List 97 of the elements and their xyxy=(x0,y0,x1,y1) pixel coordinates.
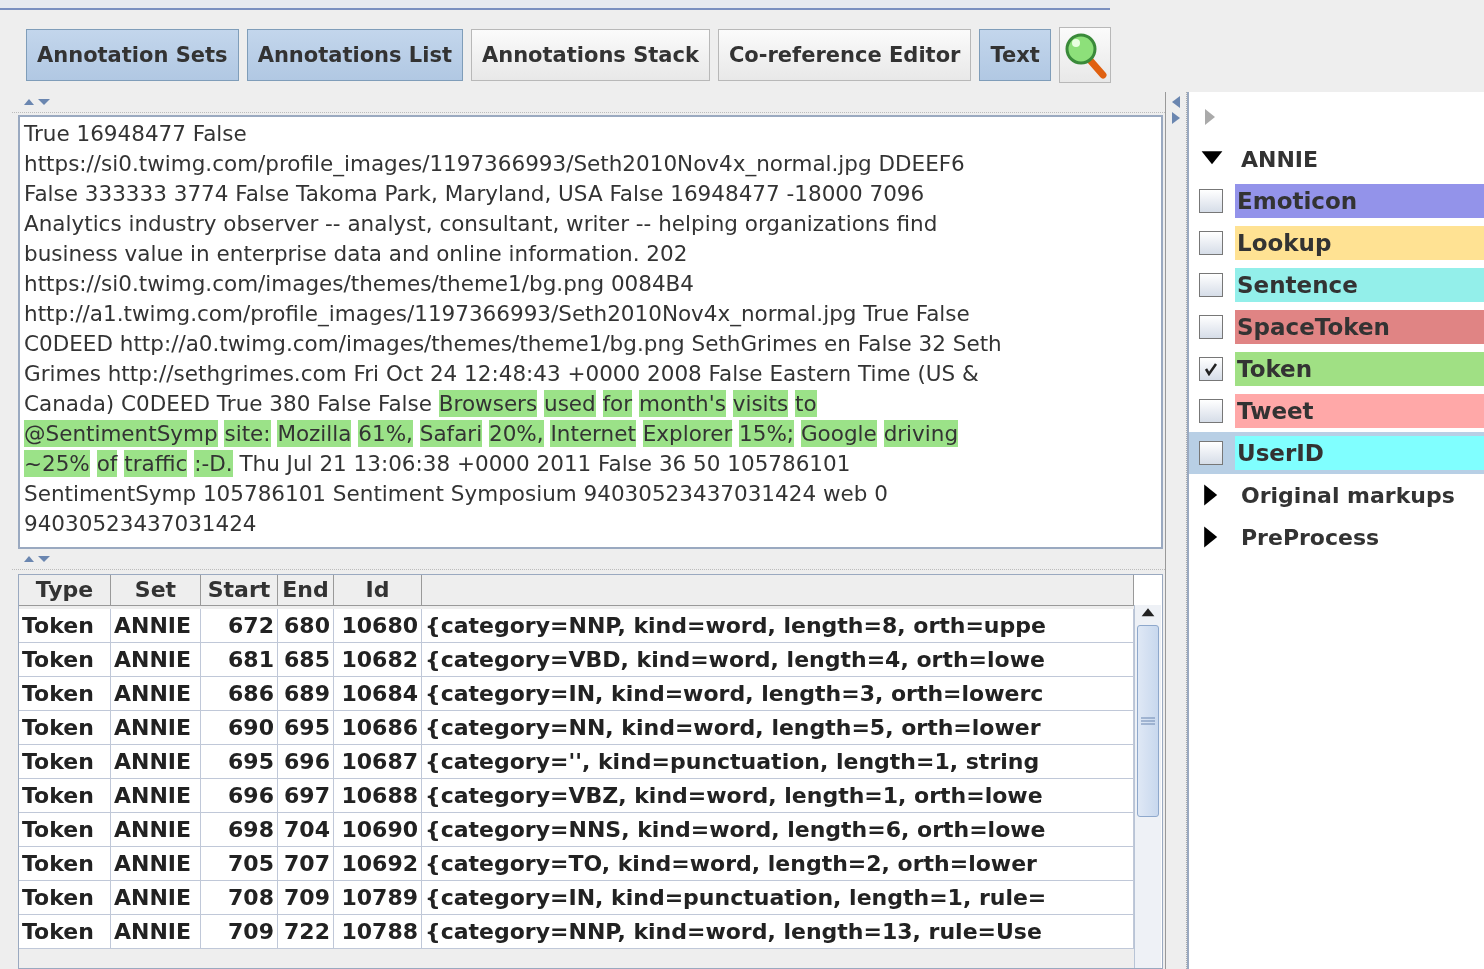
table-cell: 705 xyxy=(201,847,278,881)
table-cell: 686 xyxy=(201,677,278,711)
table-cell: 10692 xyxy=(334,847,422,881)
table-cell: ANNIE xyxy=(111,745,201,779)
table-cell: 709 xyxy=(201,915,278,949)
annotation-type[interactable]: Token xyxy=(1235,352,1484,386)
set-name[interactable]: PreProcess xyxy=(1241,524,1380,550)
table-cell: Token xyxy=(19,915,111,949)
view-toggle-button[interactable]: Co-reference Editor xyxy=(717,29,972,81)
checkbox[interactable] xyxy=(1199,315,1223,339)
table-cell: 10789 xyxy=(334,881,422,915)
table-cell: ANNIE xyxy=(111,779,201,813)
table-cell: 10788 xyxy=(334,915,422,949)
table-cell: {category=VBZ, kind=word, length=1, orth=lowe xyxy=(422,779,1134,813)
scrollbar[interactable] xyxy=(1134,605,1161,968)
table-cell: 10686 xyxy=(334,711,422,745)
table-cell: ANNIE xyxy=(111,609,201,643)
table-cell: ANNIE xyxy=(111,677,201,711)
table-cell: ANNIE xyxy=(111,813,201,847)
table-cell: Token xyxy=(19,609,111,643)
set-name[interactable]: Original markups xyxy=(1241,482,1455,508)
column-header[interactable]: Id xyxy=(334,575,422,606)
checkbox[interactable] xyxy=(1199,273,1223,297)
table-cell: 695 xyxy=(278,711,334,745)
table-cell: 10680 xyxy=(334,609,422,643)
column-header[interactable]: Start xyxy=(201,575,278,606)
table-cell: 681 xyxy=(201,643,278,677)
table-cell: 10688 xyxy=(334,779,422,813)
table-cell: {category=NN, kind=word, length=5, orth=lower xyxy=(422,711,1134,745)
table-cell: ANNIE xyxy=(111,847,201,881)
table-cell: {category=NNS, kind=word, length=6, orth=lowe xyxy=(422,813,1134,847)
table-cell: 696 xyxy=(201,779,278,813)
table-cell: 722 xyxy=(278,915,334,949)
table-cell: 10687 xyxy=(334,745,422,779)
table-cell: Token xyxy=(19,711,111,745)
table-cell: {category=IN, kind=punctuation, length=1, rule= xyxy=(422,881,1134,915)
table-cell: 698 xyxy=(201,813,278,847)
split-arrows-icon[interactable] xyxy=(22,97,52,107)
view-toggle-button[interactable]: Annotations List xyxy=(246,29,463,81)
table-cell: Token xyxy=(19,813,111,847)
table-cell: 689 xyxy=(278,677,334,711)
table-cell: Token xyxy=(19,881,111,915)
annotation-type[interactable]: Lookup xyxy=(1235,226,1484,260)
check-icon xyxy=(1204,362,1218,376)
view-toggle-button[interactable]: Annotations Stack xyxy=(470,29,710,81)
column-header[interactable]: Set xyxy=(111,575,201,606)
table-cell: 708 xyxy=(201,881,278,915)
checkbox[interactable] xyxy=(1199,189,1223,213)
table-cell: 704 xyxy=(278,813,334,847)
view-toggle-button[interactable]: Annotation Sets xyxy=(26,29,239,81)
table-cell: ANNIE xyxy=(111,915,201,949)
table-cell: 10682 xyxy=(334,643,422,677)
column-header[interactable] xyxy=(422,575,1134,606)
table-cell: 680 xyxy=(278,609,334,643)
set-name[interactable]: ANNIE xyxy=(1241,146,1319,172)
annotation-type[interactable]: Tweet xyxy=(1235,394,1484,428)
checkbox[interactable] xyxy=(1199,399,1223,423)
table-cell: Token xyxy=(19,847,111,881)
collapse-left-icon[interactable] xyxy=(1171,96,1181,108)
column-header[interactable]: Type xyxy=(19,575,111,606)
annotation-type[interactable]: SpaceToken xyxy=(1235,310,1484,344)
table-cell: 672 xyxy=(201,609,278,643)
table-cell: Token xyxy=(19,677,111,711)
table-cell: 707 xyxy=(278,847,334,881)
table-cell: {category=VBD, kind=word, length=4, orth=lowe xyxy=(422,643,1134,677)
table-cell: ANNIE xyxy=(111,643,201,677)
table-cell: {category=NNP, kind=word, length=13, rule=Use xyxy=(422,915,1134,949)
checkbox[interactable] xyxy=(1199,231,1223,255)
scroll-thumb[interactable] xyxy=(1137,625,1159,817)
search-button[interactable] xyxy=(1058,27,1111,83)
table-cell: Token xyxy=(19,779,111,813)
table-cell: ANNIE xyxy=(111,711,201,745)
checkbox[interactable] xyxy=(1199,357,1223,381)
grip-icon xyxy=(1141,717,1155,725)
table-cell: 10684 xyxy=(334,677,422,711)
annotation-type[interactable]: Sentence xyxy=(1235,268,1484,302)
table-cell: 10690 xyxy=(334,813,422,847)
table-cell: 696 xyxy=(278,745,334,779)
table-cell: 709 xyxy=(278,881,334,915)
table-cell: 695 xyxy=(201,745,278,779)
table-cell: {category=IN, kind=word, length=3, orth=lowerc xyxy=(422,677,1134,711)
split-arrows-icon[interactable] xyxy=(22,554,52,564)
table-cell: 685 xyxy=(278,643,334,677)
table-cell: {category='', kind=punctuation, length=1, string xyxy=(422,745,1134,779)
annotation-type[interactable]: UserID xyxy=(1235,436,1484,470)
table-cell: 690 xyxy=(201,711,278,745)
table-cell: {category=TO, kind=word, length=2, orth=lower xyxy=(422,847,1134,881)
checkbox[interactable] xyxy=(1199,441,1223,465)
table-cell: Token xyxy=(19,643,111,677)
collapse-right-icon[interactable] xyxy=(1171,112,1181,124)
annotation-type[interactable]: Emoticon xyxy=(1235,184,1484,218)
table-cell: Token xyxy=(19,745,111,779)
column-header[interactable]: End xyxy=(278,575,334,606)
view-toggle-button[interactable]: Text xyxy=(979,29,1051,81)
table-cell: {category=NNP, kind=word, length=8, orth=uppe xyxy=(422,609,1134,643)
table-cell: ANNIE xyxy=(111,881,201,915)
table-cell: 697 xyxy=(278,779,334,813)
